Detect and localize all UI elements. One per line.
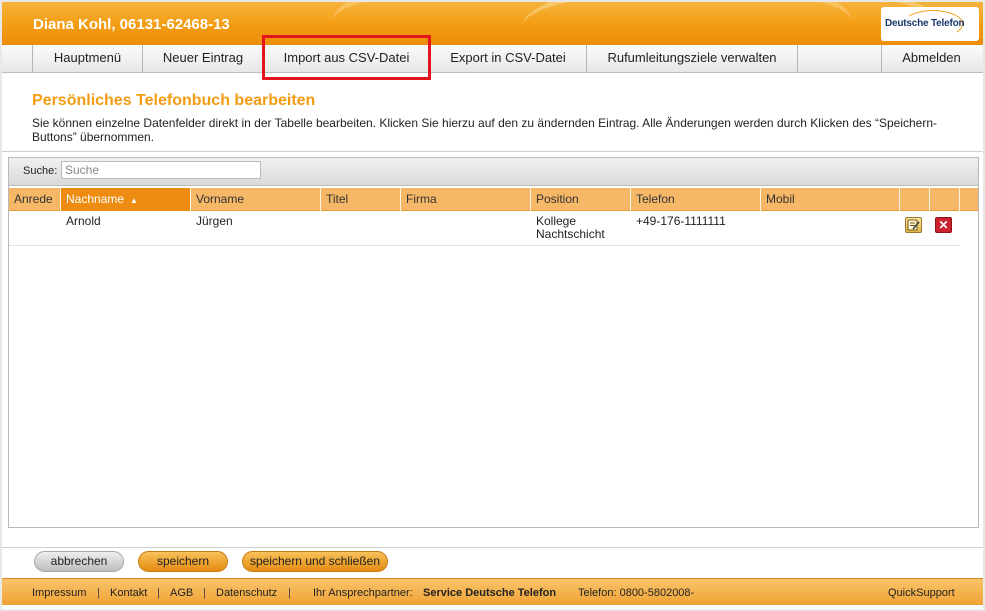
footer-link-agb[interactable]: AGB <box>170 587 193 599</box>
page-title: Persönliches Telefonbuch bearbeiten <box>32 92 316 109</box>
column-header-titel[interactable]: Titel <box>321 188 401 211</box>
column-header-delete <box>930 188 960 211</box>
column-header-mobil[interactable]: Mobil <box>761 188 900 211</box>
sort-asc-icon: ▲ <box>130 196 138 205</box>
highlight-box <box>262 35 431 80</box>
cell-position[interactable]: Kollege Nachtschicht <box>536 215 605 241</box>
logo-text: Deutsche Telefon <box>885 18 965 29</box>
cell-vorname[interactable]: Jürgen <box>196 215 233 228</box>
nav-item-abmelden[interactable]: Abmelden <box>881 45 981 73</box>
column-label: Nachname <box>66 192 125 206</box>
nav-item-export-csv[interactable]: Export in CSV-Datei <box>429 45 586 73</box>
table-row[interactable]: Arnold Jürgen Kollege Nachtschicht +49-1… <box>9 211 960 246</box>
column-label: Mobil <box>766 192 795 206</box>
cell-nachname[interactable]: Arnold <box>66 215 101 228</box>
edit-icon[interactable] <box>905 217 922 233</box>
search-input[interactable] <box>61 161 261 179</box>
column-label: Anrede <box>14 192 53 206</box>
cancel-button[interactable]: abbrechen <box>34 551 124 572</box>
phonebook-panel: Suche: Anrede Nachname ▲ Vorname Titel Fi… <box>8 157 979 528</box>
delete-icon[interactable]: ✕ <box>935 217 952 233</box>
footer-partner-label: Ihr Ansprechpartner: <box>313 587 413 599</box>
divider <box>2 151 983 152</box>
footer-link-impressum[interactable]: Impressum <box>32 587 86 599</box>
column-label: Position <box>536 192 579 206</box>
footer-bar: Impressum | Kontakt | AGB | Datenschutz … <box>2 578 983 605</box>
table-header: Anrede Nachname ▲ Vorname Titel Firma Pos… <box>9 188 978 211</box>
user-title: Diana Kohl, 06131-62468-13 <box>33 16 230 33</box>
footer-link-quicksupport[interactable]: QuickSupport <box>888 587 955 599</box>
search-label: Suche: <box>23 165 58 177</box>
main-nav: Hauptmenü Neuer Eintrag Import aus CSV-D… <box>2 45 983 73</box>
column-header-firma[interactable]: Firma <box>401 188 531 211</box>
footer-separator: | <box>203 587 206 599</box>
search-bar: Suche: <box>9 158 978 186</box>
nav-spacer <box>797 45 881 73</box>
column-label: Firma <box>406 192 437 206</box>
footer-separator: | <box>97 587 100 599</box>
cell-telefon[interactable]: +49-176-1111111 <box>636 215 726 228</box>
nav-item-hauptmenue[interactable]: Hauptmenü <box>32 45 142 73</box>
footer-link-kontakt[interactable]: Kontakt <box>110 587 147 599</box>
column-label: Telefon <box>636 192 675 206</box>
header-bar: Diana Kohl, 06131-62468-13 Deutsche Tele… <box>2 2 983 45</box>
nav-item-neuer-eintrag[interactable]: Neuer Eintrag <box>142 45 263 73</box>
footer-partner-name: Service Deutsche Telefon <box>423 587 557 599</box>
save-and-close-button[interactable]: speichern und schließen <box>242 551 388 572</box>
save-button[interactable]: speichern <box>138 551 228 572</box>
position-line: Nachtschicht <box>536 227 605 241</box>
column-header-nachname[interactable]: Nachname ▲ <box>61 188 191 211</box>
footer-phone: Telefon: 0800-5802008- <box>578 587 695 599</box>
footer-link-datenschutz[interactable]: Datenschutz <box>216 587 277 599</box>
divider <box>2 547 983 548</box>
footer-separator: | <box>157 587 160 599</box>
nav-item-rufumleitungsziele[interactable]: Rufumleitungsziele verwalten <box>586 45 797 73</box>
column-label: Vorname <box>196 192 245 206</box>
brand-logo: Deutsche Telefon <box>881 7 979 41</box>
column-header-anrede[interactable]: Anrede <box>9 188 61 211</box>
column-header-position[interactable]: Position <box>531 188 631 211</box>
page-description: Sie können einzelne Datenfelder direkt i… <box>32 116 938 144</box>
header-decoration <box>522 2 942 45</box>
column-header-vorname[interactable]: Vorname <box>191 188 321 211</box>
column-header-edit <box>900 188 930 211</box>
column-header-telefon[interactable]: Telefon <box>631 188 761 211</box>
footer-separator: | <box>288 587 291 599</box>
column-label: Titel <box>326 192 349 206</box>
